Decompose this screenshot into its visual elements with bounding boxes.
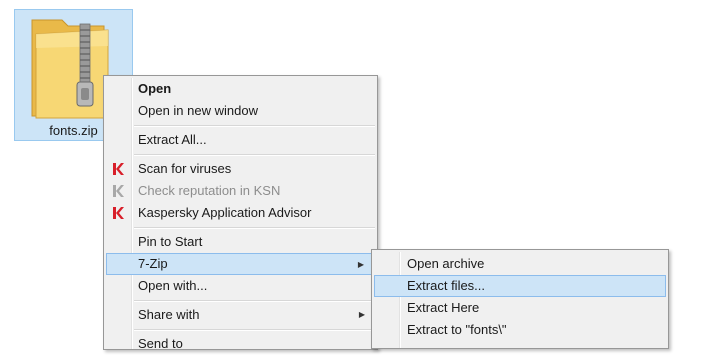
menu-item-pin-to-start[interactable]: Pin to Start xyxy=(106,231,375,253)
menu-item-extract-all[interactable]: Extract All... xyxy=(106,129,375,151)
menu-item-open-archive[interactable]: Open archive xyxy=(374,253,666,275)
menu-item-open[interactable]: Open xyxy=(106,78,375,100)
menu-item-label: Extract Here xyxy=(407,300,480,315)
menu-item-extract-to-fonts[interactable]: Extract to "fonts\" xyxy=(374,319,666,341)
menu-item-app-advisor[interactable]: Kaspersky Application Advisor xyxy=(106,202,375,224)
submenu-arrow-icon: ▶ xyxy=(358,310,365,319)
menu-item-label: Pin to Start xyxy=(138,234,203,249)
submenu-arrow-icon: ▶ xyxy=(357,260,364,269)
menu-item-open-with[interactable]: Open with... xyxy=(106,275,375,297)
menu-separator xyxy=(134,125,375,127)
menu-item-label: Open with... xyxy=(138,278,208,293)
menu-item-share-with[interactable]: Share with ▶ xyxy=(106,304,375,326)
kaspersky-icon xyxy=(113,207,124,219)
menu-item-check-reputation: Check reputation in KSN xyxy=(106,180,375,202)
menu-item-label: Check reputation in KSN xyxy=(138,183,281,198)
menu-item-send-to[interactable]: Send to xyxy=(106,333,375,355)
menu-item-label: Scan for viruses xyxy=(138,161,232,176)
seven-zip-submenu: Open archive Extract files... Extract He… xyxy=(371,249,669,349)
menu-item-label: Extract files... xyxy=(407,278,486,293)
menu-separator xyxy=(134,300,375,302)
menu-separator xyxy=(134,329,375,331)
menu-item-label: Send to xyxy=(138,336,183,351)
menu-item-label: Open in new window xyxy=(138,103,258,118)
menu-item-7-zip[interactable]: 7-Zip ▶ xyxy=(106,253,375,275)
menu-item-label: Open archive xyxy=(407,256,485,271)
menu-item-label: Open xyxy=(138,81,172,96)
context-menu: Open Open in new window Extract All... S… xyxy=(103,75,378,351)
menu-item-extract-files[interactable]: Extract files... xyxy=(374,275,666,297)
menu-item-label: Kaspersky Application Advisor xyxy=(138,205,312,220)
menu-item-label: Extract to "fonts\" xyxy=(407,322,507,337)
menu-item-scan-viruses[interactable]: Scan for viruses xyxy=(106,158,375,180)
menu-item-label: Share with xyxy=(138,307,200,322)
menu-separator xyxy=(134,227,375,229)
kaspersky-icon xyxy=(113,163,124,175)
menu-separator xyxy=(134,154,375,156)
menu-item-extract-here[interactable]: Extract Here xyxy=(374,297,666,319)
menu-item-label: 7-Zip xyxy=(138,256,168,271)
menu-item-open-new-window[interactable]: Open in new window xyxy=(106,100,375,122)
menu-item-label: Extract All... xyxy=(138,132,207,147)
kaspersky-icon xyxy=(113,185,124,197)
